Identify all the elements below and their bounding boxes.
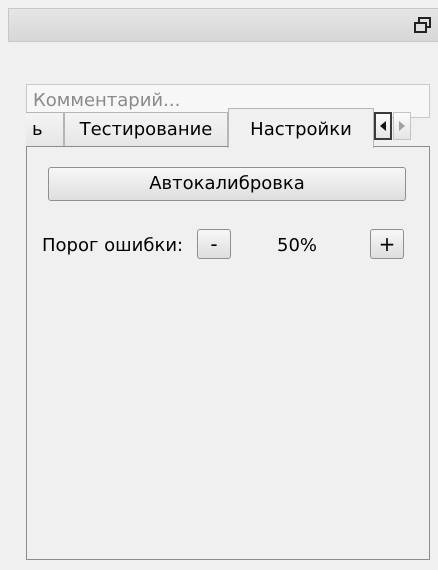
tab-clipped-label: ь xyxy=(32,119,43,140)
tab-testing-label: Тестирование xyxy=(79,119,213,140)
tab-scroll-left-button[interactable] xyxy=(374,112,392,140)
threshold-decrement-button[interactable]: - xyxy=(197,229,231,259)
tab-scroll-right-button[interactable] xyxy=(393,112,411,140)
triangle-right-icon xyxy=(399,121,405,131)
float-restore-icon[interactable] xyxy=(414,17,432,33)
increment-label: + xyxy=(378,232,396,256)
error-threshold-value: 50% xyxy=(277,235,318,256)
error-threshold-label: Порог ошибки: xyxy=(42,235,184,256)
decrement-label: - xyxy=(210,232,218,256)
autocalibration-label: Автокалибровка xyxy=(149,173,305,194)
triangle-left-icon xyxy=(380,121,386,131)
dock-title-bar[interactable] xyxy=(8,8,438,42)
settings-panel: Автокалибровка Порог ошибки: - 50% + xyxy=(26,146,430,560)
tab-settings-label: Настройки xyxy=(250,119,352,140)
tab-clipped[interactable]: ь xyxy=(26,112,64,146)
threshold-increment-button[interactable]: + xyxy=(370,229,404,259)
tab-testing[interactable]: Тестирование xyxy=(64,112,228,146)
tab-settings[interactable]: Настройки xyxy=(228,108,374,148)
comment-placeholder: Комментарий... xyxy=(33,90,181,111)
autocalibration-button[interactable]: Автокалибровка xyxy=(48,167,406,201)
